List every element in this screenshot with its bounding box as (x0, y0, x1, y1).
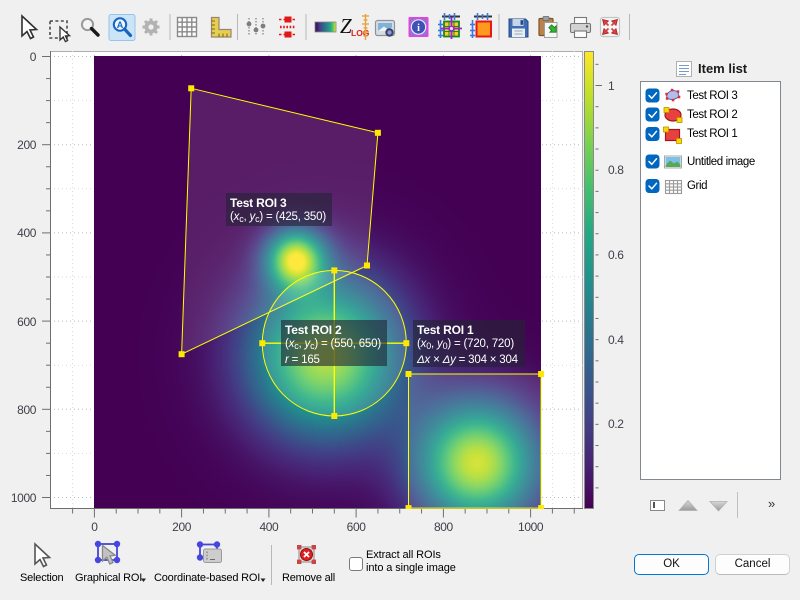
svg-text:A: A (117, 20, 124, 30)
svg-text:i: i (417, 23, 420, 34)
